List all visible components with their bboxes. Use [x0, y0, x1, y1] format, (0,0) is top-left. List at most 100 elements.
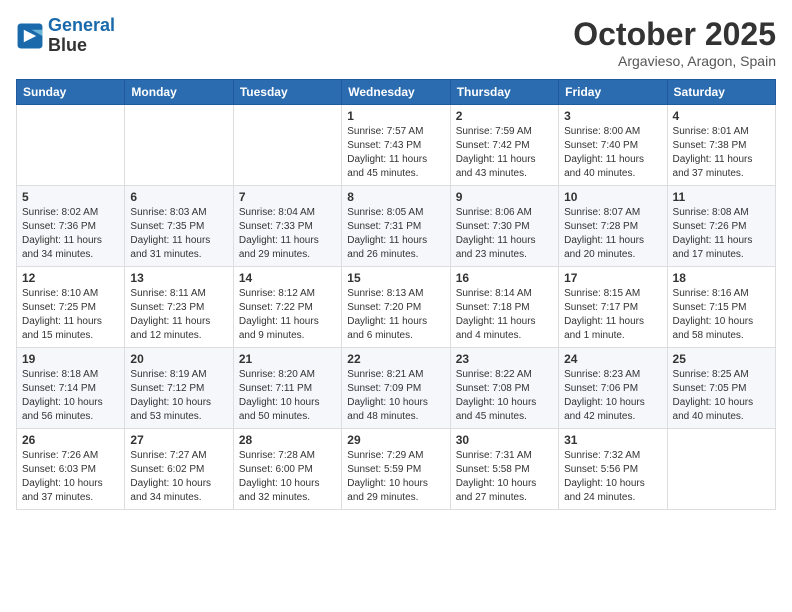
calendar-day-cell: 28Sunrise: 7:28 AM Sunset: 6:00 PM Dayli… [233, 429, 341, 510]
logo: General Blue [16, 16, 115, 56]
day-info: Sunrise: 8:12 AM Sunset: 7:22 PM Dayligh… [239, 287, 336, 343]
day-number: 27 [130, 433, 227, 447]
weekday-header: Tuesday [233, 80, 341, 105]
day-info: Sunrise: 8:20 AM Sunset: 7:11 PM Dayligh… [239, 368, 336, 424]
calendar-day-cell: 6 Sunrise: 8:03 AM Sunset: 7:35 PM Daylig… [125, 186, 233, 267]
page-header: General Blue October 2025 Argavieso, Ara… [16, 16, 776, 69]
calendar-day-cell: 17 Sunrise: 8:15 AM Sunset: 7:17 PM Dayli… [559, 267, 667, 348]
calendar-day-cell: 8Sunrise: 8:05 AM Sunset: 7:31 PM Daylig… [342, 186, 450, 267]
day-number: 8 [347, 190, 444, 204]
day-info: Sunrise: 8:08 AM Sunset: 7:26 PM Dayligh… [673, 206, 770, 262]
title-area: October 2025 Argavieso, Aragon, Spain [573, 16, 776, 69]
weekday-header: Friday [559, 80, 667, 105]
calendar-day-cell: 4 Sunrise: 8:01 AM Sunset: 7:38 PM Daylig… [667, 105, 775, 186]
day-number: 14 [239, 271, 336, 285]
day-info: Sunrise: 8:03 AM Sunset: 7:35 PM Dayligh… [130, 206, 227, 262]
calendar-day-cell: 15 Sunrise: 8:13 AM Sunset: 7:20 PM Dayli… [342, 267, 450, 348]
calendar-week-row: 12 Sunrise: 8:10 AM Sunset: 7:25 PM Dayli… [17, 267, 776, 348]
day-number: 6 [130, 190, 227, 204]
calendar-day-cell: 2 Sunrise: 7:59 AM Sunset: 7:42 PM Daylig… [450, 105, 558, 186]
calendar-week-row: 26 Sunrise: 7:26 AM Sunset: 6:03 PM Dayli… [17, 429, 776, 510]
day-number: 3 [564, 109, 661, 123]
day-number: 21 [239, 352, 336, 366]
day-info: Sunrise: 7:27 AM Sunset: 6:02 PM Dayligh… [130, 449, 227, 505]
calendar-day-cell [667, 429, 775, 510]
day-number: 22 [347, 352, 444, 366]
day-info: Sunrise: 8:10 AM Sunset: 7:25 PM Dayligh… [22, 287, 119, 343]
day-info: Sunrise: 8:02 AM Sunset: 7:36 PM Dayligh… [22, 206, 119, 262]
calendar-day-cell: 23 Sunrise: 8:22 AM Sunset: 7:08 PM Dayli… [450, 348, 558, 429]
day-info: Sunrise: 8:06 AM Sunset: 7:30 PM Dayligh… [456, 206, 553, 262]
day-number: 5 [22, 190, 119, 204]
day-info: Sunrise: 8:01 AM Sunset: 7:38 PM Dayligh… [673, 125, 770, 181]
weekday-header: Thursday [450, 80, 558, 105]
calendar-table: SundayMondayTuesdayWednesdayThursdayFrid… [16, 79, 776, 510]
day-info: Sunrise: 8:22 AM Sunset: 7:08 PM Dayligh… [456, 368, 553, 424]
day-info: Sunrise: 8:14 AM Sunset: 7:18 PM Dayligh… [456, 287, 553, 343]
day-info: Sunrise: 7:31 AM Sunset: 5:58 PM Dayligh… [456, 449, 553, 505]
day-info: Sunrise: 8:00 AM Sunset: 7:40 PM Dayligh… [564, 125, 661, 181]
day-info: Sunrise: 8:13 AM Sunset: 7:20 PM Dayligh… [347, 287, 444, 343]
calendar-day-cell [125, 105, 233, 186]
calendar-day-cell: 25Sunrise: 8:25 AM Sunset: 7:05 PM Dayli… [667, 348, 775, 429]
day-info: Sunrise: 8:23 AM Sunset: 7:06 PM Dayligh… [564, 368, 661, 424]
calendar-day-cell: 3 Sunrise: 8:00 AM Sunset: 7:40 PM Daylig… [559, 105, 667, 186]
day-number: 18 [673, 271, 770, 285]
calendar-day-cell: 7 Sunrise: 8:04 AM Sunset: 7:33 PM Daylig… [233, 186, 341, 267]
day-info: Sunrise: 7:32 AM Sunset: 5:56 PM Dayligh… [564, 449, 661, 505]
day-number: 20 [130, 352, 227, 366]
day-info: Sunrise: 8:16 AM Sunset: 7:15 PM Dayligh… [673, 287, 770, 343]
calendar-day-cell: 30 Sunrise: 7:31 AM Sunset: 5:58 PM Dayli… [450, 429, 558, 510]
calendar-day-cell: 16 Sunrise: 8:14 AM Sunset: 7:18 PM Dayli… [450, 267, 558, 348]
day-number: 31 [564, 433, 661, 447]
calendar-day-cell: 29 Sunrise: 7:29 AM Sunset: 5:59 PM Dayli… [342, 429, 450, 510]
day-info: Sunrise: 8:15 AM Sunset: 7:17 PM Dayligh… [564, 287, 661, 343]
day-number: 10 [564, 190, 661, 204]
day-number: 12 [22, 271, 119, 285]
day-number: 15 [347, 271, 444, 285]
day-number: 23 [456, 352, 553, 366]
location-title: Argavieso, Aragon, Spain [573, 53, 776, 69]
calendar-day-cell: 22 Sunrise: 8:21 AM Sunset: 7:09 PM Dayli… [342, 348, 450, 429]
day-number: 25 [673, 352, 770, 366]
calendar-day-cell: 14 Sunrise: 8:12 AM Sunset: 7:22 PM Dayli… [233, 267, 341, 348]
day-number: 17 [564, 271, 661, 285]
logo-icon [16, 22, 44, 50]
logo-text: General Blue [48, 16, 115, 56]
calendar-day-cell: 11Sunrise: 8:08 AM Sunset: 7:26 PM Dayli… [667, 186, 775, 267]
calendar-day-cell: 12 Sunrise: 8:10 AM Sunset: 7:25 PM Dayli… [17, 267, 125, 348]
day-info: Sunrise: 8:19 AM Sunset: 7:12 PM Dayligh… [130, 368, 227, 424]
calendar-day-cell [17, 105, 125, 186]
day-number: 4 [673, 109, 770, 123]
weekday-header: Saturday [667, 80, 775, 105]
weekday-header: Sunday [17, 80, 125, 105]
calendar-header-row: SundayMondayTuesdayWednesdayThursdayFrid… [17, 80, 776, 105]
weekday-header: Monday [125, 80, 233, 105]
day-info: Sunrise: 7:29 AM Sunset: 5:59 PM Dayligh… [347, 449, 444, 505]
day-info: Sunrise: 8:18 AM Sunset: 7:14 PM Dayligh… [22, 368, 119, 424]
day-info: Sunrise: 7:59 AM Sunset: 7:42 PM Dayligh… [456, 125, 553, 181]
calendar-week-row: 19Sunrise: 8:18 AM Sunset: 7:14 PM Dayli… [17, 348, 776, 429]
calendar-week-row: 5 Sunrise: 8:02 AM Sunset: 7:36 PM Daylig… [17, 186, 776, 267]
calendar-day-cell: 5 Sunrise: 8:02 AM Sunset: 7:36 PM Daylig… [17, 186, 125, 267]
day-number: 7 [239, 190, 336, 204]
day-info: Sunrise: 7:28 AM Sunset: 6:00 PM Dayligh… [239, 449, 336, 505]
day-number: 29 [347, 433, 444, 447]
calendar-day-cell: 10Sunrise: 8:07 AM Sunset: 7:28 PM Dayli… [559, 186, 667, 267]
day-info: Sunrise: 8:21 AM Sunset: 7:09 PM Dayligh… [347, 368, 444, 424]
day-number: 30 [456, 433, 553, 447]
day-number: 2 [456, 109, 553, 123]
day-number: 16 [456, 271, 553, 285]
calendar-day-cell: 21 Sunrise: 8:20 AM Sunset: 7:11 PM Dayli… [233, 348, 341, 429]
calendar-day-cell: 31 Sunrise: 7:32 AM Sunset: 5:56 PM Dayli… [559, 429, 667, 510]
calendar-day-cell: 26 Sunrise: 7:26 AM Sunset: 6:03 PM Dayli… [17, 429, 125, 510]
day-number: 13 [130, 271, 227, 285]
day-info: Sunrise: 7:26 AM Sunset: 6:03 PM Dayligh… [22, 449, 119, 505]
day-number: 9 [456, 190, 553, 204]
calendar-day-cell: 1Sunrise: 7:57 AM Sunset: 7:43 PM Daylig… [342, 105, 450, 186]
calendar-day-cell: 18 Sunrise: 8:16 AM Sunset: 7:15 PM Dayli… [667, 267, 775, 348]
day-number: 1 [347, 109, 444, 123]
day-number: 24 [564, 352, 661, 366]
day-info: Sunrise: 8:04 AM Sunset: 7:33 PM Dayligh… [239, 206, 336, 262]
day-number: 26 [22, 433, 119, 447]
